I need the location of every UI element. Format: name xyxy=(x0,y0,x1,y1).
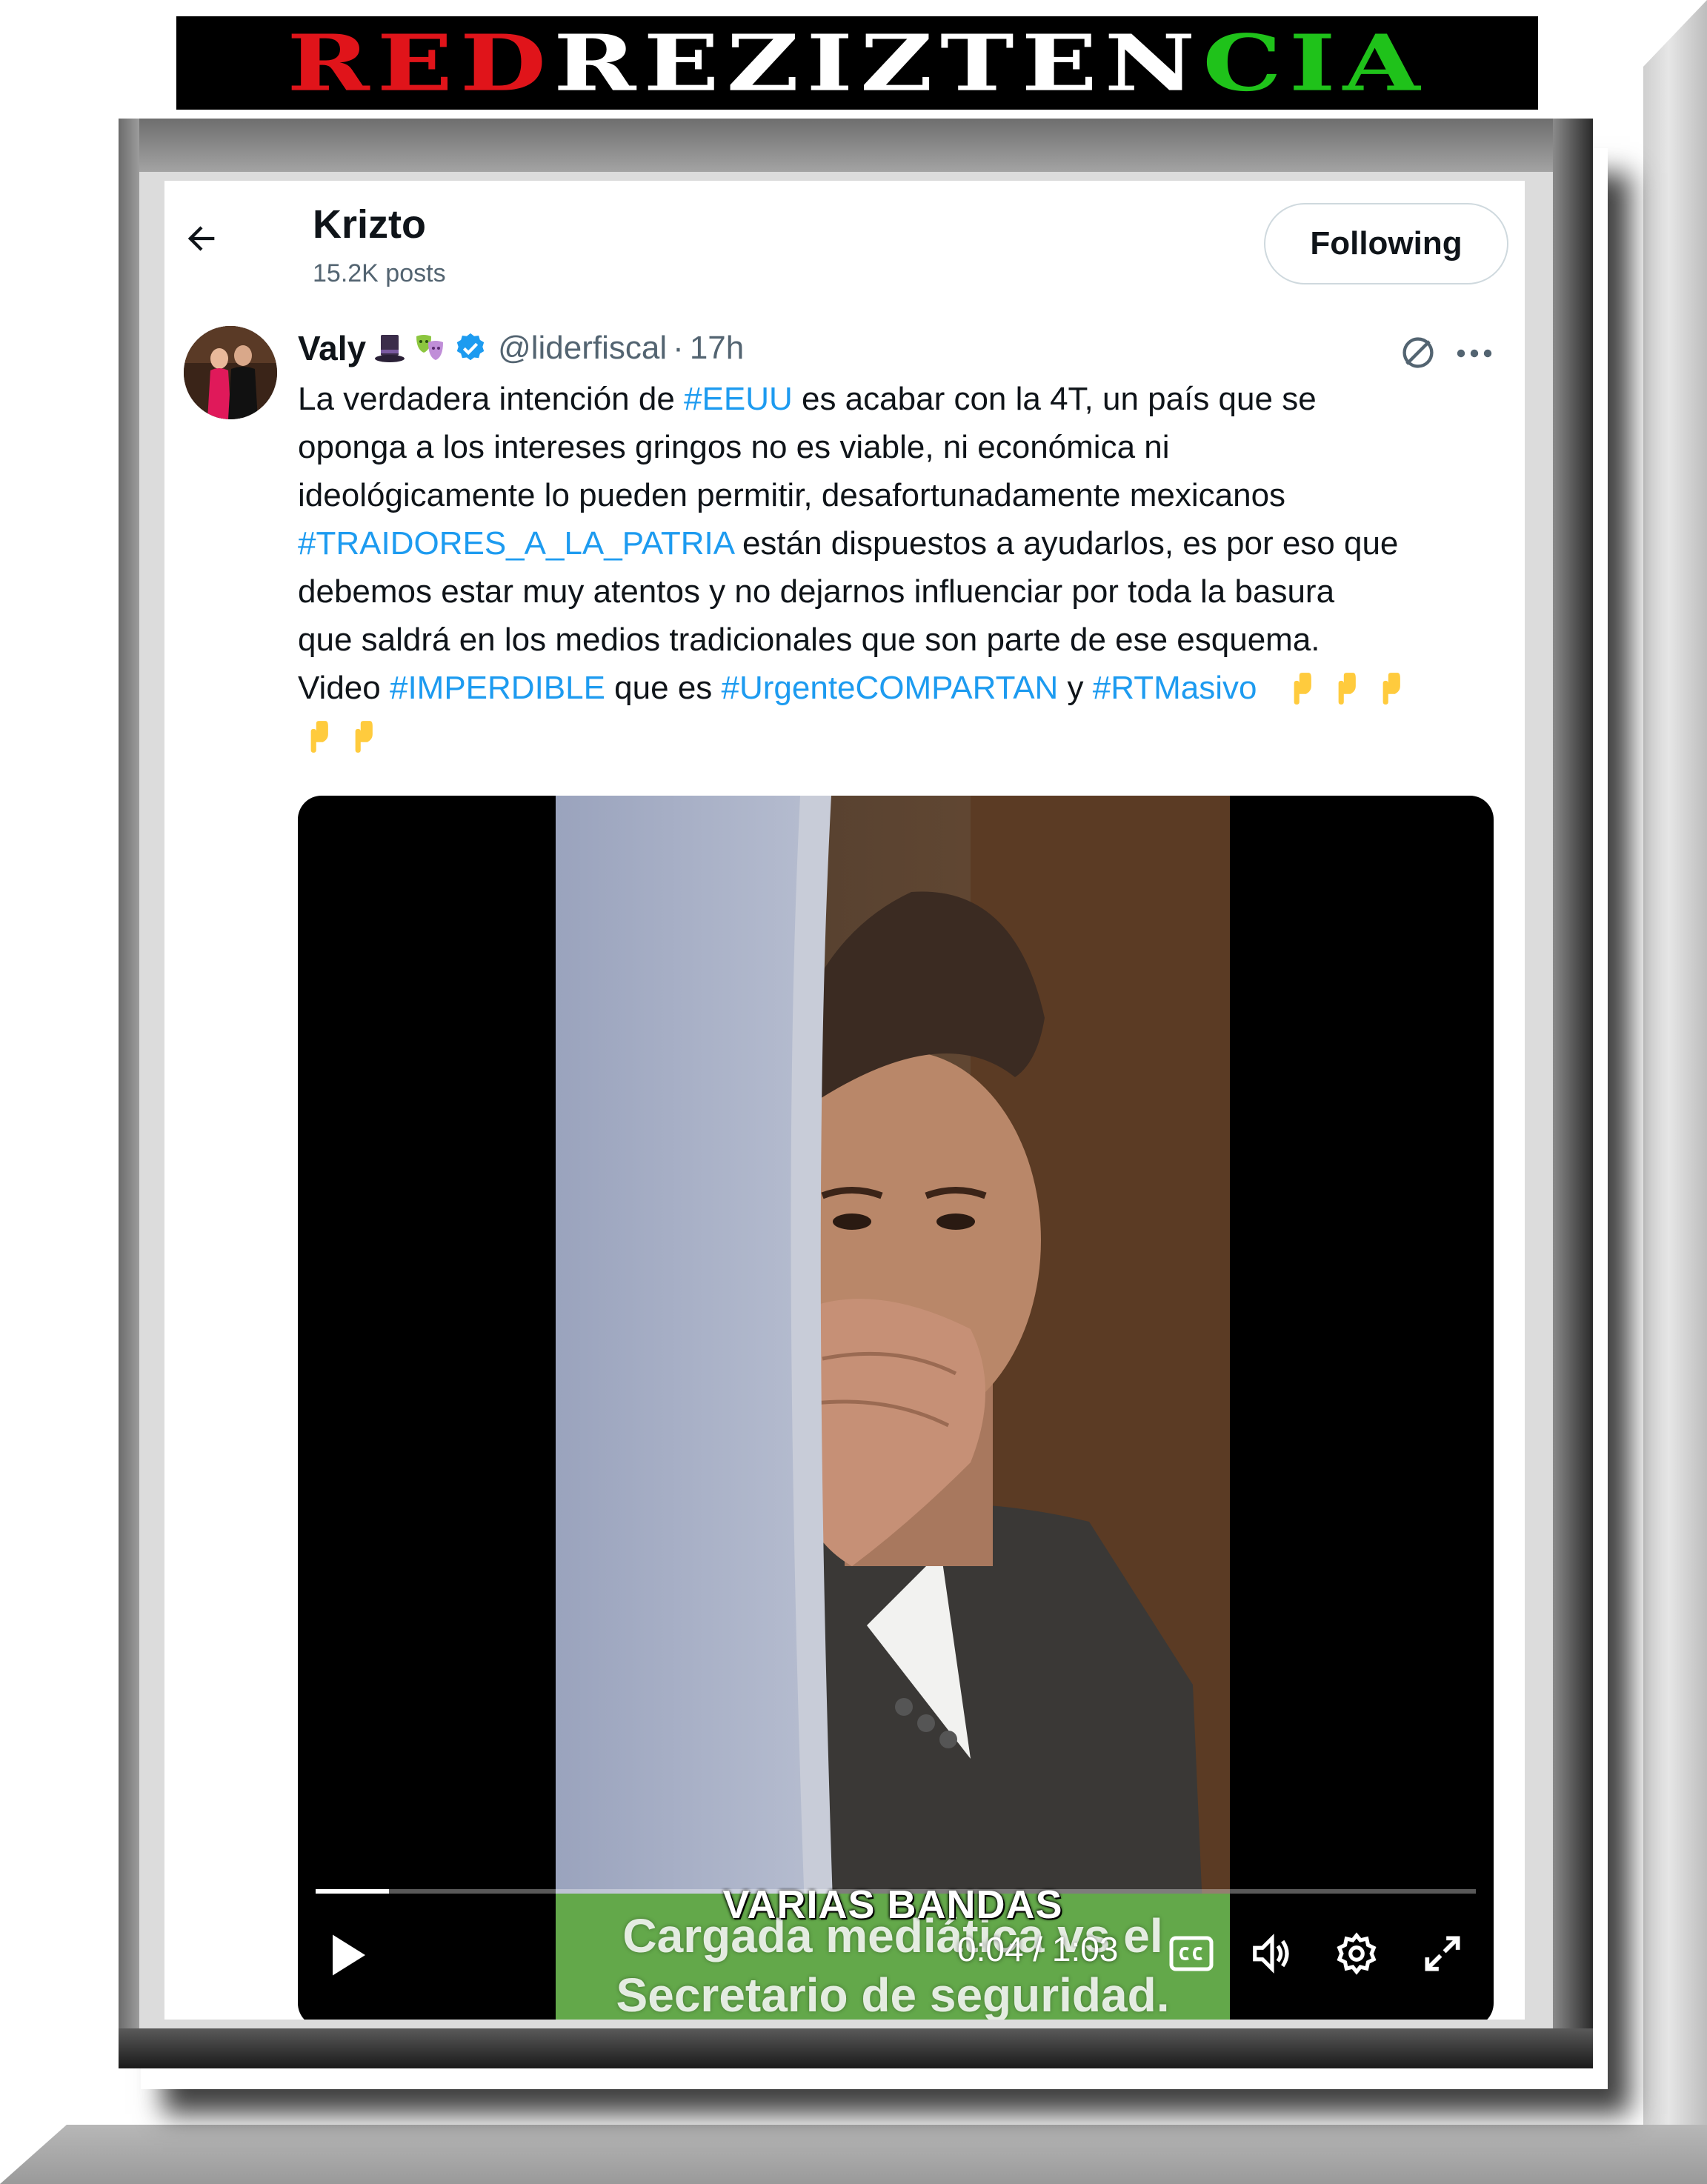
tweet-text: La verdadera intención de #EEUU es acaba… xyxy=(298,375,1513,760)
time-separator: / xyxy=(1023,1930,1052,1968)
hashtag-eeuu[interactable]: #EEUU xyxy=(684,381,793,417)
picture-frame: Krizto 15.2K posts Following Valy @lider… xyxy=(119,119,1593,2068)
tweet-screenshot: Krizto 15.2K posts Following Valy @lider… xyxy=(164,181,1525,2020)
hashtag-rtmasivo[interactable]: #RTMasivo xyxy=(1093,670,1257,706)
current-time: 0:04 xyxy=(957,1930,1024,1968)
volume-icon[interactable] xyxy=(1249,1931,1295,1977)
closed-captions-icon[interactable] xyxy=(1169,1935,1214,1972)
site-banner: RED REZIZTEN CIA xyxy=(176,16,1538,110)
banner-red-text: RED xyxy=(287,17,554,109)
posts-count: 15.2K posts xyxy=(313,259,446,287)
author-handle[interactable]: @liderfiscal xyxy=(498,330,667,367)
profile-header: Krizto 15.2K posts Following xyxy=(164,181,1525,310)
hashtag-traidores[interactable]: #TRAIDORES_A_LA_PATRIA xyxy=(298,525,733,562)
theater-masks-emoji-icon xyxy=(416,335,444,360)
hashtag-imperdible[interactable]: #IMPERDIBLE xyxy=(390,670,605,706)
following-button[interactable]: Following xyxy=(1264,203,1508,284)
account-name: Krizto xyxy=(313,202,426,247)
pointing-down-emoji-icon xyxy=(310,721,328,753)
settings-gear-icon[interactable] xyxy=(1334,1931,1380,1977)
decorative-bevel-right xyxy=(1643,0,1707,2184)
duration: 1:03 xyxy=(1051,1930,1119,1968)
video-progress-fill xyxy=(316,1889,389,1894)
more-options-icon[interactable] xyxy=(1454,335,1495,372)
top-hat-emoji-icon xyxy=(375,335,405,362)
decorative-bevel-bottom xyxy=(0,2125,1707,2184)
hashtag-urgentecompartan[interactable]: #UrgenteCOMPARTAN xyxy=(722,670,1059,706)
grok-icon[interactable] xyxy=(1399,333,1437,372)
avatar[interactable] xyxy=(184,326,277,419)
pointing-down-emoji-icon xyxy=(1338,673,1356,705)
verified-badge-icon xyxy=(456,333,485,361)
video-controls: 0:04 / 1:03 xyxy=(298,1922,1494,1996)
tweet-author-row: Valy @liderfiscal · 17h xyxy=(298,326,744,370)
frame-mat: Krizto 15.2K posts Following Valy @lider… xyxy=(139,172,1553,2028)
tweet-time[interactable]: 17h xyxy=(690,330,744,367)
pointing-down-emoji-icon xyxy=(1382,673,1400,705)
play-icon[interactable] xyxy=(327,1931,370,1980)
pointing-down-emoji-icon xyxy=(1294,673,1311,705)
arrow-left-icon[interactable] xyxy=(182,219,221,258)
meta-separator: · xyxy=(673,330,684,366)
pointing-down-emoji-icon xyxy=(355,721,373,753)
video-progress-bar[interactable] xyxy=(316,1889,1476,1894)
author-display-name[interactable]: Valy xyxy=(298,328,366,368)
banner-green-text: CIA xyxy=(1202,17,1428,109)
video-time-label: 0:04 / 1:03 xyxy=(957,1929,1118,1969)
video-player[interactable]: Cargada mediática vs el Secretario de se… xyxy=(298,796,1494,2020)
video-frame-image xyxy=(556,796,1230,2020)
banner-white-text: REZIZTEN xyxy=(553,17,1203,109)
fullscreen-expand-icon[interactable] xyxy=(1420,1931,1465,1977)
